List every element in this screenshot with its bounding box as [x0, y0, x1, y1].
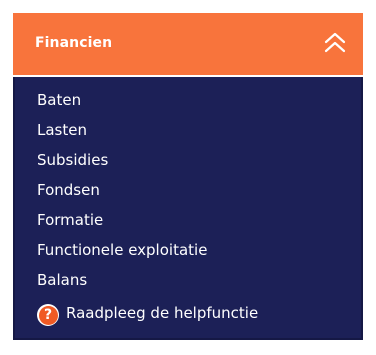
menu-item-baten[interactable]: Baten [37, 89, 207, 119]
menu-item-subsidies[interactable]: Subsidies [37, 149, 207, 179]
double-chevron-up-icon[interactable] [321, 29, 349, 57]
finance-menu: Baten Lasten Subsidies Fondsen Formatie … [37, 89, 207, 299]
help-link[interactable]: ? Raadpleeg de helpfunctie [37, 300, 258, 326]
panel-title: Financien [35, 35, 113, 51]
menu-item-formatie[interactable]: Formatie [37, 209, 207, 239]
menu-item-functionele-exploitatie[interactable]: Functionele exploitatie [37, 239, 207, 269]
help-icon-glyph: ? [38, 305, 58, 325]
menu-item-lasten[interactable]: Lasten [37, 119, 207, 149]
panel-header[interactable]: Financien [13, 13, 363, 77]
help-label[interactable]: Raadpleeg de helpfunctie [66, 304, 258, 322]
help-icon[interactable]: ? [37, 304, 59, 326]
menu-item-fondsen[interactable]: Fondsen [37, 179, 207, 209]
menu-item-balans[interactable]: Balans [37, 269, 207, 299]
